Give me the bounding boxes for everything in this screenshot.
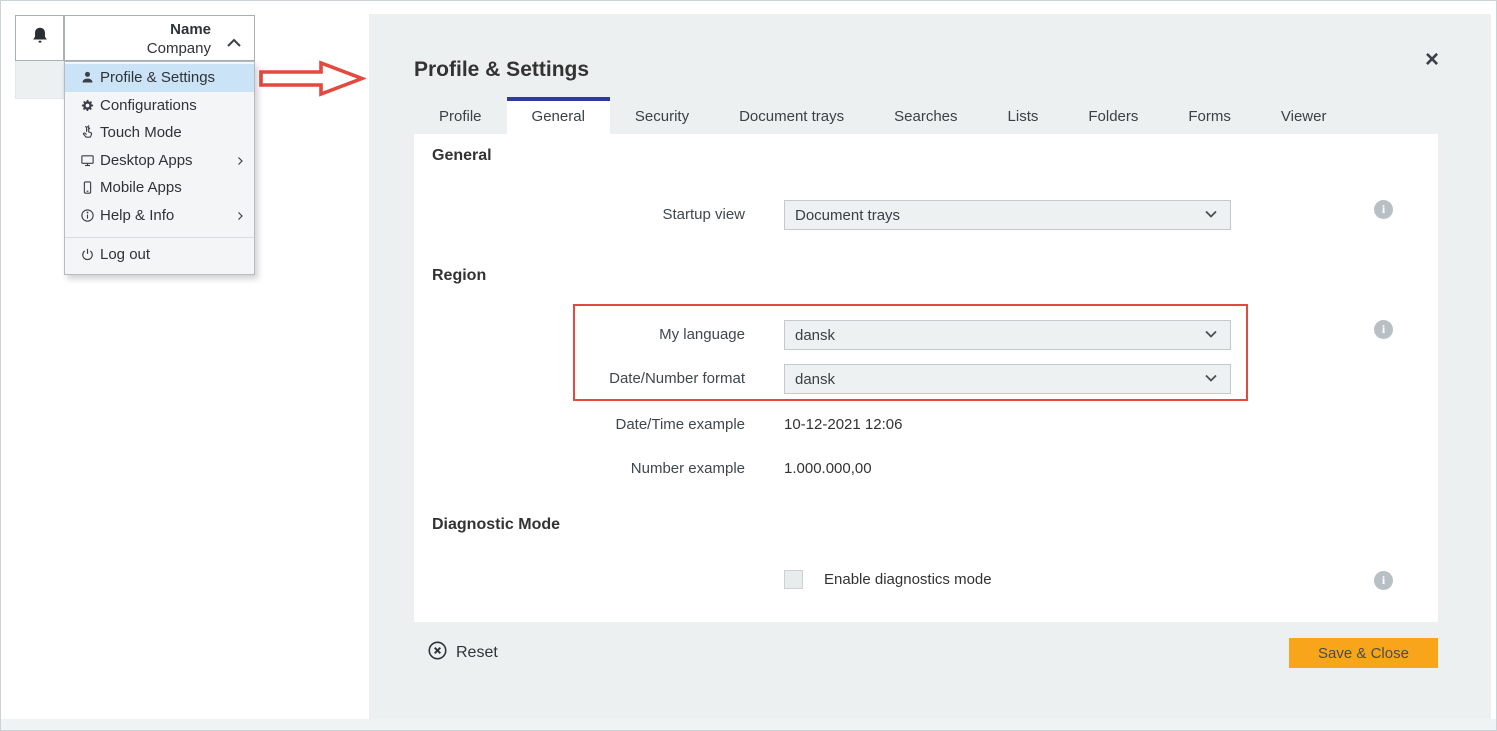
user-company: Company (147, 39, 211, 58)
menu-separator (65, 237, 254, 238)
touch-icon (79, 125, 95, 141)
enable-diagnostics-checkbox[interactable] (784, 570, 803, 589)
user-name: Name (147, 20, 211, 39)
datetime-example-label: Date/Time example (414, 410, 745, 440)
startup-view-value: Document trays (795, 207, 1204, 224)
user-dropdown-menu: Profile & Settings Configurations Touch … (64, 61, 255, 275)
chevron-right-icon (234, 209, 246, 227)
dialog-tabbar: Profile General Security Document trays … (414, 97, 1438, 134)
date-number-format-value: dansk (795, 371, 1204, 388)
enable-diagnostics-label: Enable diagnostics mode (824, 570, 992, 590)
close-icon[interactable]: × (1425, 48, 1439, 72)
menu-item-touch-mode[interactable]: Touch Mode (65, 119, 254, 147)
help-icon (79, 207, 95, 223)
bottom-strip (1, 719, 1496, 730)
info-icon[interactable]: i (1374, 200, 1393, 219)
tab-viewer[interactable]: Viewer (1256, 97, 1352, 134)
my-language-value: dansk (795, 327, 1204, 344)
tab-general[interactable]: General (507, 97, 610, 134)
red-arrow-icon (258, 60, 366, 97)
menu-item-label: Log out (100, 246, 150, 263)
profile-settings-dialog: Profile & Settings × Profile General Sec… (369, 14, 1491, 720)
tab-content-general: General Startup view Document trays i Re… (414, 134, 1438, 622)
power-icon (79, 246, 95, 262)
toolbar-empty-cell (15, 61, 64, 99)
chevron-right-icon (234, 154, 246, 172)
date-number-format-label: Date/Number format (414, 364, 745, 394)
section-heading-region: Region (432, 267, 486, 285)
startup-view-select[interactable]: Document trays (784, 200, 1231, 230)
menu-item-label: Help & Info (100, 207, 174, 224)
section-heading-diagnostic: Diagnostic Mode (432, 516, 560, 534)
person-icon (79, 70, 95, 86)
tab-searches[interactable]: Searches (869, 97, 982, 134)
my-language-label: My language (414, 320, 745, 350)
number-example-label: Number example (414, 454, 745, 484)
tab-profile[interactable]: Profile (414, 97, 507, 134)
menu-item-label: Profile & Settings (100, 69, 215, 86)
tab-document-trays[interactable]: Document trays (714, 97, 869, 134)
menu-item-mobile-apps[interactable]: Mobile Apps (65, 174, 254, 202)
tab-security[interactable]: Security (610, 97, 714, 134)
menu-item-profile-settings[interactable]: Profile & Settings (65, 64, 254, 92)
user-identity: Name Company (147, 20, 211, 58)
dialog-footer: Reset Save & Close (414, 622, 1438, 684)
notifications-button[interactable] (15, 15, 64, 61)
chevron-up-icon (226, 36, 242, 54)
mobile-icon (79, 180, 95, 196)
desktop-icon (79, 152, 95, 168)
menu-item-label: Configurations (100, 97, 197, 114)
circled-x-icon (427, 640, 448, 666)
menu-item-label: Mobile Apps (100, 179, 182, 196)
reset-button[interactable]: Reset (427, 640, 498, 666)
menu-item-configurations[interactable]: Configurations (65, 92, 254, 120)
user-menu-header[interactable]: Name Company (64, 15, 255, 61)
info-icon[interactable]: i (1374, 571, 1393, 590)
datetime-example-value: 10-12-2021 12:06 (784, 410, 902, 440)
tab-folders[interactable]: Folders (1063, 97, 1163, 134)
menu-item-log-out[interactable]: Log out (65, 240, 254, 268)
bell-icon (29, 25, 51, 52)
menu-item-desktop-apps[interactable]: Desktop Apps (65, 147, 254, 175)
startup-view-label: Startup view (414, 200, 745, 230)
save-close-button[interactable]: Save & Close (1289, 638, 1438, 668)
date-number-format-select[interactable]: dansk (784, 364, 1231, 394)
tab-forms[interactable]: Forms (1163, 97, 1256, 134)
my-language-select[interactable]: dansk (784, 320, 1231, 350)
info-icon[interactable]: i (1374, 320, 1393, 339)
menu-item-label: Desktop Apps (100, 152, 193, 169)
tab-lists[interactable]: Lists (983, 97, 1064, 134)
number-example-value: 1.000.000,00 (784, 454, 872, 484)
app-viewport: Name Company Profile & Settings Configur… (0, 0, 1497, 731)
chevron-down-icon (1204, 206, 1218, 224)
reset-label: Reset (456, 644, 498, 662)
menu-item-help-info[interactable]: Help & Info (65, 202, 254, 230)
chevron-down-icon (1204, 326, 1218, 344)
menu-item-label: Touch Mode (100, 124, 182, 141)
gear-icon (79, 97, 95, 113)
section-heading-general: General (432, 147, 492, 165)
chevron-down-icon (1204, 370, 1218, 388)
dialog-title: Profile & Settings (414, 58, 589, 82)
